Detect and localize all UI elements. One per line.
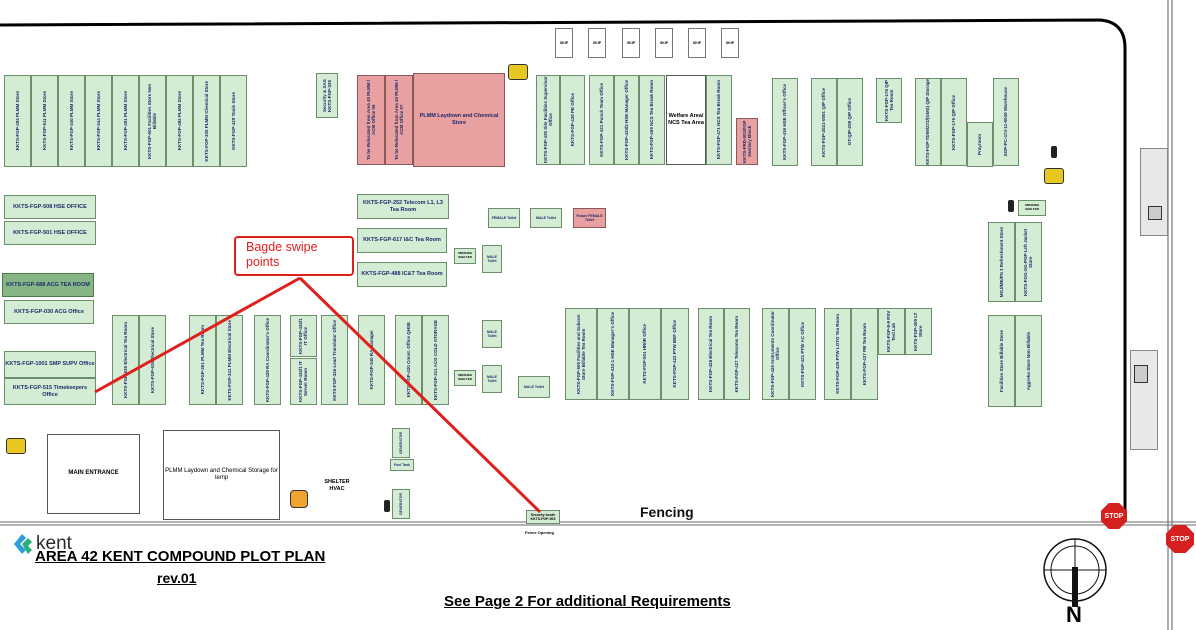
kent-logo-icon: [14, 534, 32, 554]
plot-plan-title: AREA 42 KENT COMPOUND PLOT PLAN: [35, 548, 326, 565]
fencing-label: Fencing: [640, 504, 694, 520]
revision-label: rev.01: [157, 570, 197, 586]
north-label: N: [1066, 602, 1082, 627]
badge-swipe-callout: Bagde swipe points: [234, 236, 354, 276]
additional-requirements-note: See Page 2 For additional Requirements: [444, 593, 731, 610]
callout-lines: [94, 276, 542, 514]
stop-sign-1: STOP: [1101, 503, 1127, 529]
